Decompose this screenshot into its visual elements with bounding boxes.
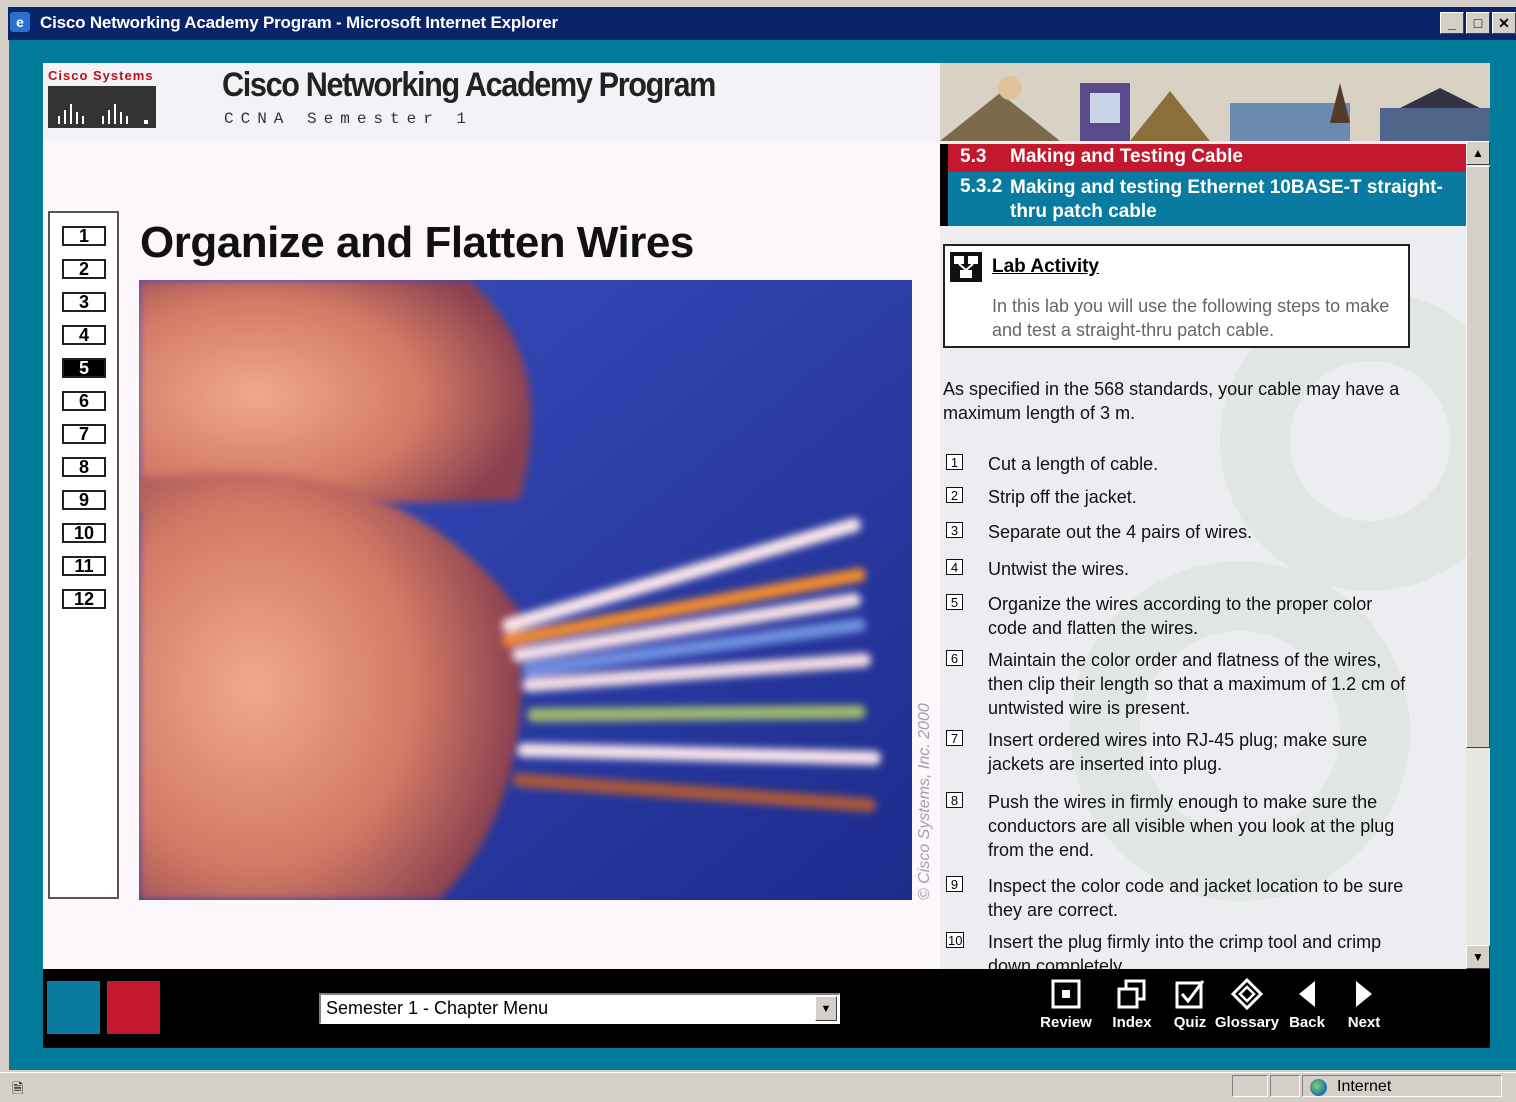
index-button[interactable]: Index (1105, 978, 1159, 1038)
status-panel-2 (1270, 1075, 1300, 1097)
scroll-thumb[interactable] (1466, 166, 1490, 748)
procedure-step-text: Maintain the color order and flatness of… (988, 650, 1406, 718)
back-label: Back (1289, 1014, 1325, 1031)
procedure-step-number[interactable]: 7 (946, 730, 963, 746)
procedure-step-number[interactable]: 9 (946, 876, 963, 892)
procedure-step-text: Insert ordered wires into RJ-45 plug; ma… (988, 730, 1368, 774)
review-icon (1051, 979, 1081, 1009)
procedure-step-text: Cut a length of cable. (988, 454, 1159, 474)
procedure-step-number[interactable]: 1 (946, 454, 963, 470)
glossary-label: Glossary (1214, 1014, 1280, 1031)
procedure-step-text: Separate out the 4 pairs of wires. (988, 522, 1253, 542)
next-label: Next (1347, 1014, 1381, 1031)
quiz-label: Quiz (1173, 1014, 1207, 1031)
internet-globe-icon (1310, 1079, 1327, 1096)
back-button[interactable]: Back (1285, 978, 1329, 1038)
page-status-icon: 🗎 (12, 1080, 24, 1096)
glossary-button[interactable]: Glossary (1213, 978, 1281, 1038)
procedure-step-text: Push the wires in firmly enough to make … (988, 792, 1395, 860)
procedure-step-number[interactable]: 5 (946, 594, 963, 610)
procedure-step-number[interactable]: 3 (946, 522, 963, 538)
back-icon (1299, 981, 1315, 1007)
procedure-step-number[interactable]: 2 (946, 487, 963, 503)
index-icon (1117, 979, 1146, 1009)
footer-red-square (107, 981, 160, 1034)
next-icon (1356, 981, 1372, 1007)
procedure-step-number[interactable]: 10 (946, 932, 965, 948)
security-zone: Internet (1337, 1078, 1392, 1095)
scroll-down-button[interactable]: ▼ (1466, 945, 1490, 969)
procedure-step-number[interactable]: 4 (946, 559, 963, 575)
procedure-step-number[interactable]: 8 (946, 792, 963, 808)
chapter-menu-value: Semester 1 - Chapter Menu (326, 998, 549, 1018)
status-zone-panel (1302, 1075, 1502, 1097)
status-panel-1 (1232, 1075, 1268, 1097)
chevron-down-icon[interactable]: ▼ (815, 996, 837, 1021)
review-button[interactable]: Review (1037, 978, 1095, 1038)
footer-blue-square (47, 981, 100, 1034)
quiz-icon (1175, 980, 1205, 1009)
procedure-step-text: Strip off the jacket. (988, 487, 1137, 507)
procedure-step-text: Organize the wires according to the prop… (988, 594, 1373, 638)
index-label: Index (1112, 1014, 1152, 1031)
scroll-up-button[interactable]: ▲ (1466, 141, 1490, 165)
quiz-button[interactable]: Quiz (1169, 978, 1211, 1038)
procedure-step-text: Inspect the color code and jacket locati… (988, 876, 1404, 920)
glossary-icon (1231, 978, 1263, 1010)
next-button[interactable]: Next (1342, 978, 1386, 1038)
review-label: Review (1040, 1014, 1092, 1031)
procedure-step-number[interactable]: 6 (946, 650, 963, 666)
procedure-step-text: Insert the plug firmly into the crimp to… (988, 932, 1382, 969)
procedure-step-text: Untwist the wires. (988, 559, 1130, 579)
